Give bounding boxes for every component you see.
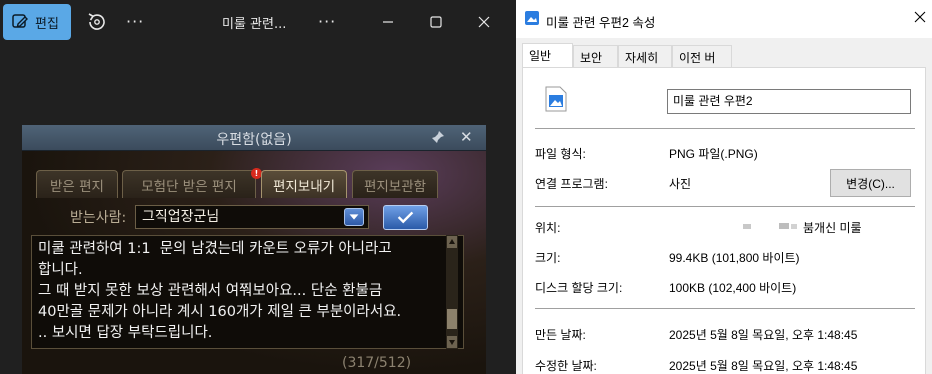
tab-label: 일반: [529, 49, 552, 63]
tab-label: 자세히: [625, 51, 659, 65]
edit-button-label: 편집: [35, 16, 59, 32]
size-label: 크기:: [535, 251, 561, 265]
filename-input[interactable]: 미룰 관련 우편2: [667, 89, 911, 114]
tab-details[interactable]: 자세히: [618, 45, 672, 67]
rotate-icon[interactable]: [84, 10, 108, 34]
message-line: 합니다.: [38, 262, 83, 278]
location-label: 위치:: [535, 221, 561, 235]
tab-previous-versions[interactable]: 이전 버전: [672, 45, 732, 82]
tab-received: 받은 편지: [36, 170, 118, 198]
tab-label: 모험단 받은 편지: [141, 178, 237, 195]
modified-label: 수정한 날짜:: [535, 359, 597, 373]
location-value: 붐개신 미룰: [803, 221, 862, 235]
tab-general[interactable]: 일반: [522, 43, 573, 68]
viewer-titlebar: 편집 ··· 미룰 관련... ···: [0, 0, 516, 44]
close-icon[interactable]: [912, 9, 928, 25]
tab-security[interactable]: 보안: [573, 45, 618, 67]
message-line: 그 때 받지 못한 보상 관련해서 여쭤보아요... 단순 환불금: [38, 283, 383, 299]
tab-letter-storage: 편지보관함: [352, 170, 438, 198]
image-file-icon: [545, 86, 567, 112]
minimize-icon[interactable]: [378, 12, 398, 32]
tab-adventure-received: 모험단 받은 편지: [122, 170, 256, 198]
message-line: 40만골 문제가 아니라 계시 160개가 제일 큰 부분이라서요.: [38, 304, 402, 320]
tab-label: 편지보관함: [363, 178, 427, 195]
file-type-value: PNG 파일(.PNG): [669, 147, 758, 161]
tab-send-letter: 편지보내기: [261, 170, 347, 198]
separator: [535, 206, 915, 207]
message-textarea: 미쿨 관련하여 1:1 문의 남겼는데 카운트 오류가 아니라고합니다. 그 때 …: [31, 235, 464, 349]
general-tab-panel: 미룰 관련 우편2 파일 형식: PNG 파일(.PNG) 연결 프로그램: 사…: [522, 67, 926, 374]
properties-dialog: 미룰 관련 우편2 속성 일반 보안 자세히 이전 버전 미룰 관련 우편2 파…: [516, 0, 932, 374]
pin-icon: [432, 131, 444, 143]
separator: [535, 128, 915, 129]
dialog-title: 미룰 관련 우편2 속성: [546, 16, 656, 30]
disk-size-label: 디스크 할당 크기:: [535, 281, 623, 295]
photo-viewer-window: 편집 ··· 미룰 관련... ··· 우편함(없음) ✕ 받은 편지 모험단 …: [0, 0, 516, 374]
tab-label: 편지보내기: [272, 178, 336, 195]
title-more-button[interactable]: ···: [318, 12, 336, 31]
recipient-label: 받는사람:: [70, 210, 127, 226]
modified-value: 2025년 5월 8일 목요일, 오후 1:48:45: [669, 359, 858, 373]
mailbox-title: 우편함(없음): [216, 132, 292, 148]
change-button[interactable]: 변경(C)...: [830, 169, 911, 197]
maximize-icon[interactable]: [426, 12, 446, 32]
message-line: .. 보시면 답장 부탁드립니다.: [38, 325, 213, 341]
edit-icon: [12, 14, 28, 28]
tab-label: 받은 편지: [50, 178, 104, 195]
redacted-path: [743, 223, 797, 229]
mailbox-titlebar: 우편함(없음) ✕: [22, 125, 486, 151]
tab-label: 보안: [580, 51, 603, 65]
recipient-field: 그직업장군님: [135, 205, 369, 229]
close-icon[interactable]: [474, 12, 494, 32]
message-line: 미쿨 관련하여 1:1 문의 남겼는데 카운트 오류가 아니라고: [38, 241, 392, 257]
opens-with-value: 사진: [669, 177, 692, 191]
edit-button[interactable]: 편집: [3, 4, 71, 40]
disk-size-value: 100KB (102,400 바이트): [669, 281, 797, 295]
file-type-label: 파일 형식:: [535, 147, 586, 161]
chevron-down-icon: [344, 208, 364, 226]
character-counter: (317/512): [342, 355, 412, 371]
image-file-icon: [525, 11, 539, 25]
message-scrollbar: [446, 235, 458, 349]
created-value: 2025년 5월 8일 목요일, 오후 1:48:45: [669, 328, 858, 342]
message-text: 미쿨 관련하여 1:1 문의 남겼는데 카운트 오류가 아니라고합니다. 그 때 …: [38, 239, 454, 344]
created-label: 만든 날짜:: [535, 328, 586, 342]
game-mailbox-image: 우편함(없음) ✕ 받은 편지 모험단 받은 편지 ! 편지보내기 편지보관함 …: [22, 125, 486, 374]
separator: [535, 308, 915, 309]
checkmark-icon: [383, 205, 428, 230]
mailbox-close-icon: ✕: [460, 128, 473, 146]
dialog-titlebar: 미룰 관련 우편2 속성: [516, 0, 932, 38]
size-value: 99.4KB (101,800 바이트): [669, 251, 800, 265]
opens-with-label: 연결 프로그램:: [535, 177, 608, 191]
viewer-title: 미룰 관련...: [222, 17, 287, 32]
more-options-button[interactable]: ···: [126, 12, 144, 31]
